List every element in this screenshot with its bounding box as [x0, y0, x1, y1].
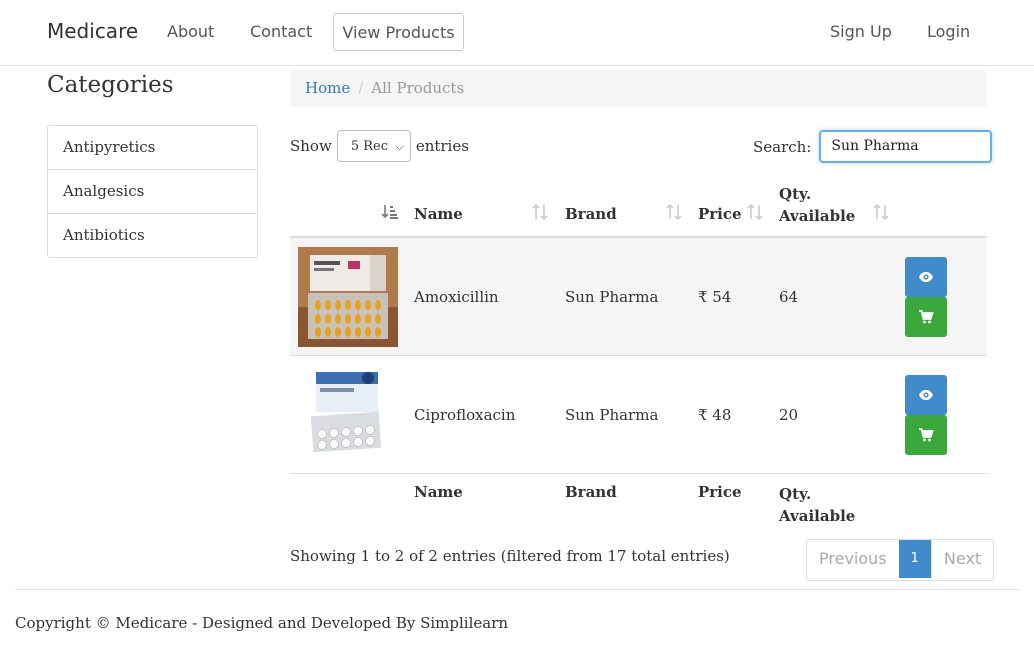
cart-icon — [919, 310, 934, 324]
table-header: Name Brand Price Qty. Available — [290, 174, 987, 238]
product-brand: Sun Pharma — [565, 406, 659, 424]
show-label: Show — [290, 137, 332, 155]
categories-title: Categories — [47, 72, 174, 98]
col-qty-line2: Available — [779, 207, 856, 225]
brand-link[interactable]: Medicare — [47, 19, 138, 43]
nav-contact[interactable]: Contact — [250, 22, 312, 41]
entries-select[interactable]: 5 Rec ⌵ — [336, 130, 411, 162]
search-control: Search: Sun Pharma — [753, 130, 993, 163]
search-input[interactable]: Sun Pharma — [819, 130, 993, 163]
cart-icon — [919, 428, 934, 442]
entries-select-value: 5 Rec — [350, 138, 388, 154]
chevron-down-icon: ⌵ — [395, 140, 404, 153]
nav-login[interactable]: Login — [927, 22, 970, 41]
pagination: Previous 1 Next — [806, 539, 995, 581]
eye-icon — [919, 390, 933, 400]
product-price: ₹ 48 — [698, 406, 732, 424]
search-label: Search: — [753, 137, 812, 156]
product-image-amoxicillin — [298, 247, 398, 347]
sort-desc-icon[interactable] — [381, 204, 399, 224]
entries-label: entries — [415, 137, 469, 155]
breadcrumb-home[interactable]: Home — [305, 79, 350, 97]
breadcrumb: Home / All Products — [290, 70, 987, 107]
breadcrumb-separator: / — [358, 79, 364, 97]
pagination-next[interactable]: Next — [930, 540, 993, 578]
col-price-header[interactable]: Price — [698, 205, 742, 223]
footer-divider — [15, 589, 1019, 590]
foot-name: Name — [414, 483, 463, 501]
product-name: Amoxicillin — [414, 288, 499, 306]
table-footer: Name Brand Price Qty. Available — [290, 474, 987, 534]
product-image-ciprofloxacin — [298, 364, 398, 464]
sort-icon[interactable] — [747, 203, 763, 224]
foot-qty-line2: Available — [779, 507, 856, 525]
view-product-button[interactable] — [905, 257, 947, 297]
foot-qty-line1: Qty. — [779, 485, 812, 503]
col-qty-line1: Qty. — [779, 185, 812, 203]
sort-icon[interactable] — [532, 203, 548, 224]
category-item-antipyretics[interactable]: Antipyretics — [48, 126, 257, 170]
col-brand-header[interactable]: Brand — [565, 205, 617, 223]
categories-list: Antipyretics Analgesics Antibiotics — [47, 125, 258, 258]
pagination-page-1[interactable]: 1 — [898, 540, 931, 578]
product-price: ₹ 54 — [698, 288, 732, 306]
foot-price: Price — [698, 483, 742, 501]
pagination-previous[interactable]: Previous — [807, 540, 899, 578]
product-brand: Sun Pharma — [565, 288, 659, 306]
footer-copyright: Copyright © Medicare - Designed and Deve… — [15, 614, 509, 632]
table-row: Ciprofloxacin Sun Pharma ₹ 48 20 — [290, 356, 987, 474]
nav-sign-up[interactable]: Sign Up — [830, 22, 892, 41]
table-row: Amoxicillin Sun Pharma ₹ 54 64 — [290, 238, 987, 356]
table-info: Showing 1 to 2 of 2 entries (filtered fr… — [290, 547, 730, 565]
view-product-button[interactable] — [905, 375, 947, 415]
product-name: Ciprofloxacin — [414, 406, 516, 424]
product-qty: 20 — [779, 406, 799, 424]
sort-icon[interactable] — [666, 203, 682, 224]
breadcrumb-current: All Products — [371, 79, 465, 97]
product-qty: 64 — [779, 288, 799, 306]
foot-qty: Qty. Available — [779, 483, 855, 527]
nav-about[interactable]: About — [167, 22, 214, 41]
length-control: Show 5 Rec ⌵ entries — [290, 130, 469, 162]
category-item-analgesics[interactable]: Analgesics — [48, 170, 257, 214]
navbar: Medicare About Contact View Products Sig… — [0, 0, 1034, 66]
add-to-cart-button[interactable] — [905, 297, 947, 337]
eye-icon — [919, 272, 933, 282]
category-item-antibiotics[interactable]: Antibiotics — [48, 214, 257, 257]
view-products-button[interactable]: View Products — [333, 13, 464, 51]
foot-brand: Brand — [565, 483, 617, 501]
add-to-cart-button[interactable] — [905, 415, 947, 455]
col-qty-header[interactable]: Qty. Available — [779, 183, 855, 227]
col-name-header[interactable]: Name — [414, 205, 463, 223]
sort-icon[interactable] — [873, 203, 889, 224]
products-table: Name Brand Price Qty. Available Amoxicil… — [290, 174, 987, 534]
